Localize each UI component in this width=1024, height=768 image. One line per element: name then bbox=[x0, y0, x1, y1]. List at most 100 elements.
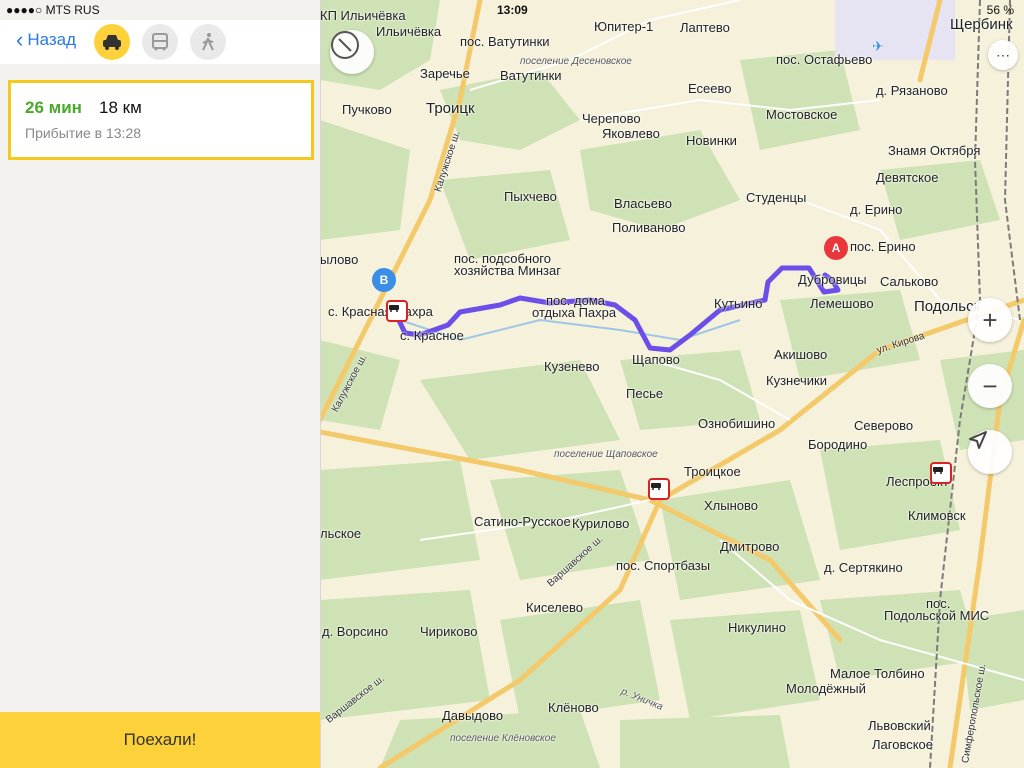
map-label: Ильичёвка bbox=[376, 24, 442, 39]
map-label: Яковлево bbox=[602, 126, 660, 141]
route-start-pin[interactable]: A bbox=[824, 236, 848, 260]
route-end-pin[interactable]: B bbox=[372, 268, 396, 292]
map-label: Щапово bbox=[632, 352, 680, 367]
plus-icon: + bbox=[982, 304, 998, 335]
zoom-out-button[interactable]: − bbox=[968, 364, 1012, 408]
route-card[interactable]: 26 мин 18 км Прибытие в 13:28 bbox=[8, 80, 314, 160]
minus-icon: − bbox=[982, 370, 998, 401]
traffic-camera-icon[interactable] bbox=[386, 300, 408, 322]
map-label: Ватутинки bbox=[500, 68, 562, 83]
map-label: поселение Десеновское bbox=[520, 56, 632, 67]
map-label: Поливаново bbox=[612, 220, 686, 235]
route-arrival: Прибытие в 13:28 bbox=[25, 125, 142, 141]
map-label: Девятское bbox=[876, 170, 939, 185]
car-icon bbox=[103, 35, 121, 50]
chat-icon: ⋯ bbox=[996, 46, 1010, 63]
location-arrow-icon bbox=[969, 431, 987, 449]
map-label: Кузенево bbox=[544, 359, 600, 374]
map-label: пос. Ватутинки bbox=[460, 34, 550, 49]
map-label: поселение Щаповское bbox=[554, 449, 658, 460]
map-label: Лаптево bbox=[680, 20, 730, 35]
map-label: Студенцы bbox=[746, 190, 807, 205]
map-label: пос. Спортбазы bbox=[616, 558, 711, 573]
map-label: Хлыново bbox=[704, 498, 758, 513]
map-label: Сатино-Русское bbox=[474, 514, 571, 529]
panel-toolbar: ‹ Назад bbox=[0, 20, 320, 64]
map-label: пос. Остафьево bbox=[776, 52, 873, 67]
map-label: Песье bbox=[626, 386, 664, 401]
map-label: Молодёжный bbox=[786, 681, 866, 696]
chevron-left-icon: ‹ bbox=[16, 27, 24, 52]
map-label: Юпитер-1 bbox=[594, 19, 654, 34]
map-label: Акишово bbox=[774, 347, 828, 362]
map-label: Никулино bbox=[728, 620, 786, 635]
map-label: Ознобишино bbox=[698, 416, 776, 431]
bus-icon bbox=[152, 33, 168, 51]
map-label: пос. Ерино bbox=[850, 239, 916, 254]
clock: 13:09 bbox=[497, 3, 528, 17]
map-label: Кутьино bbox=[714, 296, 763, 311]
map-label: Есеево bbox=[688, 81, 732, 96]
map-label: Кузнечики bbox=[766, 373, 827, 388]
mode-bus-button[interactable] bbox=[142, 24, 178, 60]
mode-car-button[interactable] bbox=[94, 24, 130, 60]
map-label: Троицк bbox=[426, 100, 475, 117]
map-label: поселение Клёновское bbox=[450, 733, 556, 744]
map-label: Бородино bbox=[808, 437, 868, 452]
map-label: Сальково bbox=[880, 274, 939, 289]
route-panel: ‹ Назад 26 мин 18 км Прибытие в 13:28 По… bbox=[0, 0, 321, 768]
map-label: Пучково bbox=[342, 102, 392, 117]
chat-button[interactable]: ⋯ bbox=[988, 40, 1018, 70]
map-label: Дмитрово bbox=[720, 539, 780, 554]
map-label: льское bbox=[320, 526, 362, 541]
map-label: ылово bbox=[320, 252, 359, 267]
map-label: Власьево bbox=[614, 196, 672, 211]
map-label: д. Рязаново bbox=[876, 83, 948, 98]
map-label: Давыдово bbox=[442, 708, 504, 723]
map-label: Заречье bbox=[420, 66, 470, 81]
map-label: с. Красная Пахра bbox=[328, 304, 433, 319]
map-label: Киселево bbox=[526, 600, 583, 615]
map-label: Новинки bbox=[686, 133, 737, 148]
map-label: Черепово bbox=[582, 111, 641, 126]
map-label: хозяйства Минзаг bbox=[454, 263, 561, 278]
route-distance: 18 км bbox=[99, 98, 142, 117]
map-label: Троицкое bbox=[684, 464, 741, 479]
map-label: Климовск bbox=[908, 508, 966, 523]
map-label: Лаговское bbox=[872, 737, 934, 752]
map-label: Львовский bbox=[868, 718, 931, 733]
mode-walk-button[interactable] bbox=[190, 24, 226, 60]
map-view[interactable]: КП Ильичёвка Ильичёвка пос. Ватутинки Ва… bbox=[320, 0, 1024, 768]
back-label: Назад bbox=[27, 30, 77, 49]
traffic-camera-icon[interactable] bbox=[648, 478, 670, 500]
map-label: Чириково bbox=[420, 624, 478, 639]
map-label: Мостовское bbox=[766, 107, 838, 122]
traffic-camera-icon[interactable] bbox=[930, 462, 952, 484]
compass-button[interactable] bbox=[330, 30, 374, 74]
map-label: Курилово bbox=[572, 516, 630, 531]
map-label: Лемешово bbox=[810, 296, 874, 311]
go-button[interactable]: Поехали! bbox=[0, 712, 320, 768]
map-label: Знамя Октября bbox=[888, 143, 981, 158]
route-duration: 26 мин bbox=[25, 98, 82, 117]
battery-label: 56 % bbox=[986, 3, 1014, 17]
map-label: д. Ворсино bbox=[322, 624, 389, 639]
airport-icon: ✈ bbox=[872, 38, 884, 54]
back-button[interactable]: ‹ Назад bbox=[16, 27, 77, 52]
status-bar: ●●●●○ MTS RUS 13:09 56 % bbox=[0, 0, 1024, 20]
map-label: с. Красное bbox=[400, 328, 464, 343]
carrier-label: ●●●●○ MTS RUS bbox=[6, 3, 100, 17]
walk-icon bbox=[202, 33, 214, 51]
map-label: Дубровицы bbox=[798, 272, 867, 287]
map-label: Малое Толбино bbox=[830, 666, 925, 681]
map-label: Подольской МИС bbox=[884, 608, 990, 623]
map-label: отдыха Пахра bbox=[532, 305, 617, 320]
map-label: Клёново bbox=[548, 700, 599, 715]
map-label: д. Сертякино bbox=[824, 560, 903, 575]
map-label: Пыхчево bbox=[504, 189, 557, 204]
zoom-in-button[interactable]: + bbox=[968, 298, 1012, 342]
map-label: Северово bbox=[854, 418, 914, 433]
compass-icon bbox=[331, 31, 359, 59]
locate-button[interactable] bbox=[968, 430, 1012, 474]
map-label: д. Ерино bbox=[850, 202, 903, 217]
